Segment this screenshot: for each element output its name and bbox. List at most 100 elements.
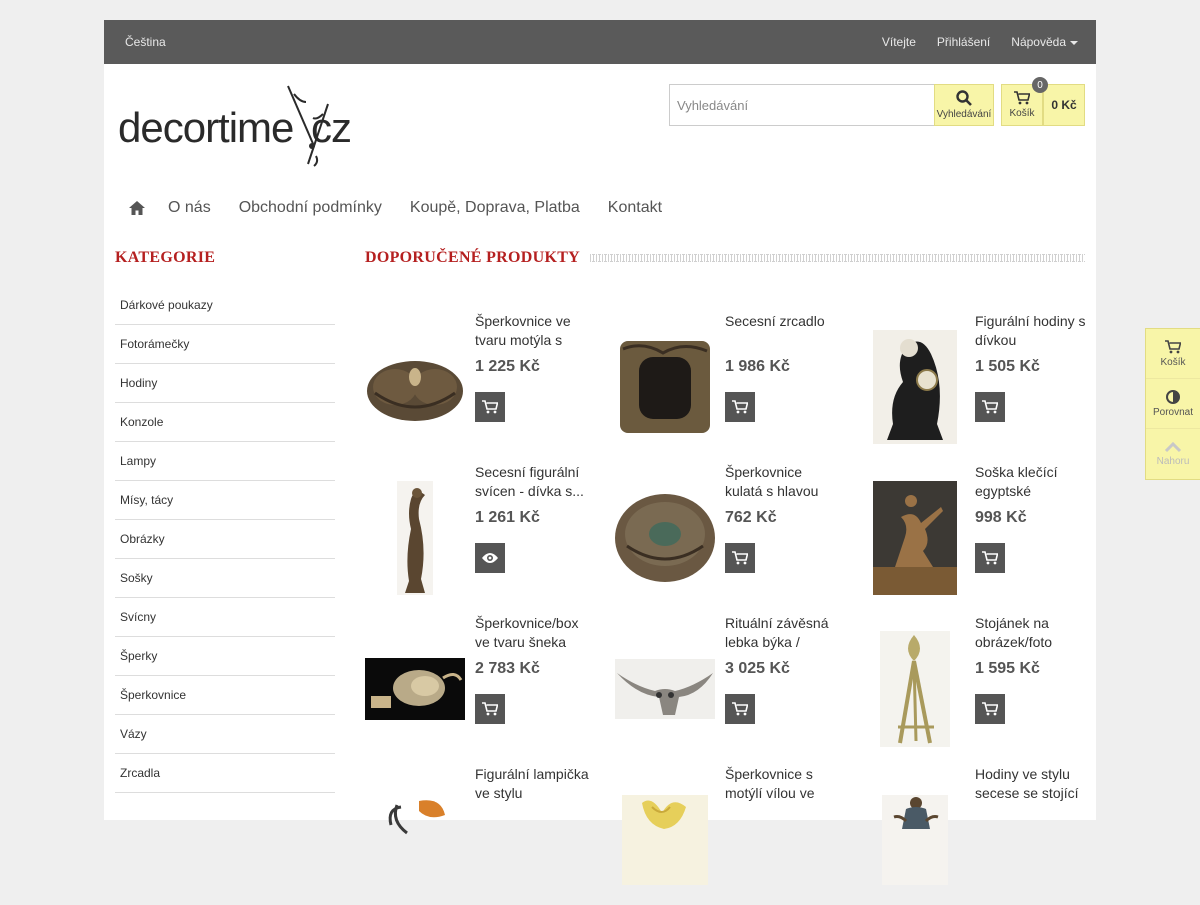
home-icon xyxy=(129,201,145,215)
product-image[interactable] xyxy=(615,332,715,442)
category-item[interactable]: Mísy, tácy xyxy=(115,481,335,520)
chevron-up-icon xyxy=(1164,441,1182,453)
product-image[interactable] xyxy=(365,634,465,744)
product-image[interactable] xyxy=(615,785,715,895)
search-box: Vyhledávání xyxy=(669,84,994,126)
category-list: Dárkové poukazy Fotorámečky Hodiny Konzo… xyxy=(115,286,335,793)
cart-icon xyxy=(982,702,998,716)
product-name[interactable]: Šperkovnice/box ve tvaru šneka xyxy=(475,614,593,652)
add-to-cart-button[interactable] xyxy=(725,392,755,422)
category-item[interactable]: Vázy xyxy=(115,715,335,754)
product-name[interactable]: Šperkovnice ve tvaru motýla s xyxy=(475,312,593,350)
cart-label: Košík xyxy=(1009,108,1035,119)
product-card: Šperkovnice kulatá s hlavou 762 Kč xyxy=(615,463,845,603)
add-to-cart-button[interactable] xyxy=(975,694,1005,724)
cart-icon xyxy=(732,551,748,565)
main-nav: O nás Obchodní podmínky Koupě, Doprava, … xyxy=(104,196,690,220)
floating-toolbar: Košík Porovnat Nahoru xyxy=(1145,328,1200,480)
nav-item-contact[interactable]: Kontakt xyxy=(608,199,662,217)
product-name[interactable]: Secesní zrcadlo xyxy=(725,312,843,350)
product-image[interactable] xyxy=(365,785,465,895)
product-image[interactable] xyxy=(865,481,965,595)
product-card: Secesní zrcadlo 1 986 Kč xyxy=(615,312,845,452)
product-card: Stojánek na obrázek/foto 1 595 Kč xyxy=(865,614,1095,754)
category-sidebar: KATEGORIE Dárkové poukazy Fotorámečky Ho… xyxy=(115,246,335,793)
add-to-cart-button[interactable] xyxy=(725,543,755,573)
product-card: Soška klečící egyptské 998 Kč xyxy=(865,463,1095,603)
sidebar-title: KATEGORIE xyxy=(115,249,216,266)
section-title: DOPORUČENÉ PRODUKTY xyxy=(365,249,581,266)
category-item[interactable]: Fotorámečky xyxy=(115,325,335,364)
compare-button[interactable]: Porovnat xyxy=(1146,379,1200,429)
cart-icon xyxy=(482,400,498,414)
product-name[interactable]: Rituální závěsná lebka býka / xyxy=(725,614,843,652)
product-card: Šperkovnice ve tvaru motýla s 1 225 Kč xyxy=(365,312,595,452)
nav-item-about[interactable]: O nás xyxy=(168,199,211,217)
product-name[interactable]: Stojánek na obrázek/foto xyxy=(975,614,1093,652)
product-name[interactable]: Figurální hodiny s dívkou xyxy=(975,312,1093,350)
product-price: 1 261 Kč xyxy=(475,509,540,526)
cart-icon xyxy=(1165,339,1181,353)
category-item[interactable]: Konzole xyxy=(115,403,335,442)
search-button[interactable]: Vyhledávání xyxy=(934,84,994,126)
category-item[interactable]: Šperky xyxy=(115,637,335,676)
product-name[interactable]: Secesní figurální svícen - dívka s... xyxy=(475,463,593,501)
language-selector[interactable]: Čeština xyxy=(125,35,166,49)
floating-cart-button[interactable]: Košík xyxy=(1146,329,1200,379)
add-to-cart-button[interactable] xyxy=(475,392,505,422)
scroll-top-button[interactable]: Nahoru xyxy=(1146,429,1200,479)
product-name[interactable]: Šperkovnice s motýlí vílou ve xyxy=(725,765,843,803)
category-item[interactable]: Sošky xyxy=(115,559,335,598)
logo-text-right: cz xyxy=(311,104,351,151)
category-item[interactable]: Lampy xyxy=(115,442,335,481)
add-to-cart-button[interactable] xyxy=(975,543,1005,573)
product-name[interactable]: Soška klečící egyptské xyxy=(975,463,1093,501)
product-card: Secesní figurální svícen - dívka s... 1 … xyxy=(365,463,595,603)
home-link[interactable] xyxy=(128,200,146,216)
login-link[interactable]: Přihlášení xyxy=(937,35,990,49)
help-menu[interactable]: Nápověda xyxy=(1011,35,1078,49)
product-name[interactable]: Šperkovnice kulatá s hlavou xyxy=(725,463,843,501)
product-price: 762 Kč xyxy=(725,509,777,526)
category-item[interactable]: Šperkovnice xyxy=(115,676,335,715)
product-name[interactable]: Hodiny ve stylu secese se stojící xyxy=(975,765,1093,803)
product-price: 1 986 Kč xyxy=(725,358,790,375)
eye-icon xyxy=(482,553,498,563)
floating-cart-label: Košík xyxy=(1160,356,1186,368)
caret-down-icon xyxy=(1070,40,1078,45)
category-item[interactable]: Hodiny xyxy=(115,364,335,403)
category-item[interactable]: Zrcadla xyxy=(115,754,335,793)
nav-item-shipping[interactable]: Koupě, Doprava, Platba xyxy=(410,199,580,217)
category-item[interactable]: Svícny xyxy=(115,598,335,637)
product-card: Hodiny ve stylu secese se stojící xyxy=(865,765,1095,905)
product-image[interactable] xyxy=(365,481,465,595)
cart-icon xyxy=(732,400,748,414)
add-to-cart-button[interactable] xyxy=(975,392,1005,422)
category-item[interactable]: Obrázky xyxy=(115,520,335,559)
product-image[interactable] xyxy=(365,332,465,442)
cart-total[interactable]: 0 Kč xyxy=(1043,84,1085,126)
product-image[interactable] xyxy=(615,483,715,593)
add-to-cart-button[interactable] xyxy=(475,694,505,724)
site-logo[interactable]: decortime cz xyxy=(118,84,363,172)
product-card: Figurální hodiny s dívkou 1 505 Kč xyxy=(865,312,1095,452)
view-product-button[interactable] xyxy=(475,543,505,573)
product-image[interactable] xyxy=(865,631,965,747)
add-to-cart-button[interactable] xyxy=(725,694,755,724)
clock-center xyxy=(309,143,315,149)
cart-icon xyxy=(982,551,998,565)
product-name[interactable]: Figurální lampička ve stylu xyxy=(475,765,593,803)
search-input[interactable] xyxy=(669,84,934,126)
product-image[interactable] xyxy=(615,634,715,744)
section-header: DOPORUČENÉ PRODUKTY xyxy=(365,246,1085,270)
product-price: 1 505 Kč xyxy=(975,358,1040,375)
scroll-top-label: Nahoru xyxy=(1156,456,1190,467)
welcome-text: Vítejte xyxy=(881,35,916,49)
cart-icon xyxy=(1014,91,1030,105)
cart-icon xyxy=(732,702,748,716)
category-item[interactable]: Dárkové poukazy xyxy=(115,286,335,325)
nav-item-terms[interactable]: Obchodní podmínky xyxy=(239,199,382,217)
product-image[interactable] xyxy=(865,330,965,444)
product-image[interactable] xyxy=(865,785,965,895)
cart-box[interactable]: Košík 0 Kč 0 xyxy=(1001,77,1085,126)
